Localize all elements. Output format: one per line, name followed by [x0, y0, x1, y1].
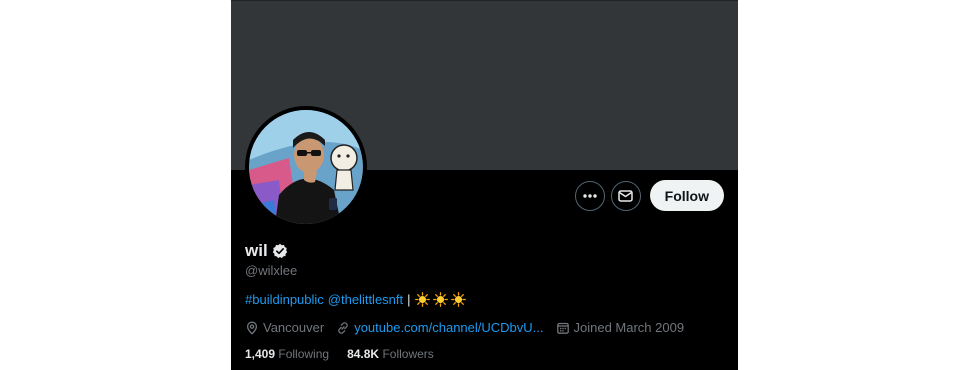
join-date-text: Joined March 2009: [573, 320, 685, 335]
user-handle: @wilxlee: [245, 263, 298, 278]
followers-count: 84.8K: [347, 347, 380, 361]
more-icon: [582, 193, 597, 198]
follow-button[interactable]: Follow: [649, 180, 724, 211]
profile-bio: #buildinpublic @thelittlesnft |: [245, 292, 466, 307]
calendar-icon: [556, 322, 569, 334]
profile-card: Follow wil @wilxlee #buildinpublic @thel…: [231, 0, 738, 370]
location-text: Vancouver: [263, 320, 325, 335]
website: youtube.com/channel/UCDbvU...: [336, 320, 544, 335]
bio-hashtag-link[interactable]: #buildinpublic: [245, 292, 324, 307]
following-label: Following: [278, 347, 330, 361]
website-link[interactable]: youtube.com/channel/UCDbvU...: [354, 320, 543, 335]
sun-emoji-icon: [432, 292, 448, 307]
join-date: Joined March 2009: [556, 320, 685, 335]
bio-separator: |: [407, 292, 411, 307]
sun-emoji-icon: [450, 292, 466, 307]
avatar[interactable]: [245, 106, 367, 228]
avatar-photo: [249, 110, 363, 224]
sun-emojis: [414, 292, 466, 307]
display-name-row: wil: [245, 241, 288, 261]
follow-stats: 1,409 Following 84.8K Followers: [245, 347, 434, 361]
following-stat[interactable]: 1,409 Following: [245, 347, 329, 361]
location: Vancouver: [245, 320, 324, 335]
more-button[interactable]: [574, 180, 605, 211]
bio-mention-link[interactable]: @thelittlesnft: [328, 292, 403, 307]
profile-meta: Vancouver youtube.com/channel/UCDbvU... …: [245, 320, 696, 335]
location-pin-icon: [246, 321, 258, 335]
message-button[interactable]: [610, 180, 641, 211]
verified-badge-icon[interactable]: [272, 243, 288, 259]
followers-label: Followers: [382, 347, 434, 361]
link-icon: [338, 321, 348, 334]
profile-actions: Follow: [574, 180, 724, 211]
envelope-icon: [618, 189, 633, 202]
sun-emoji-icon: [414, 292, 430, 307]
following-count: 1,409: [245, 347, 276, 361]
display-name: wil: [245, 241, 268, 260]
followers-stat[interactable]: 84.8K Followers: [347, 347, 434, 361]
